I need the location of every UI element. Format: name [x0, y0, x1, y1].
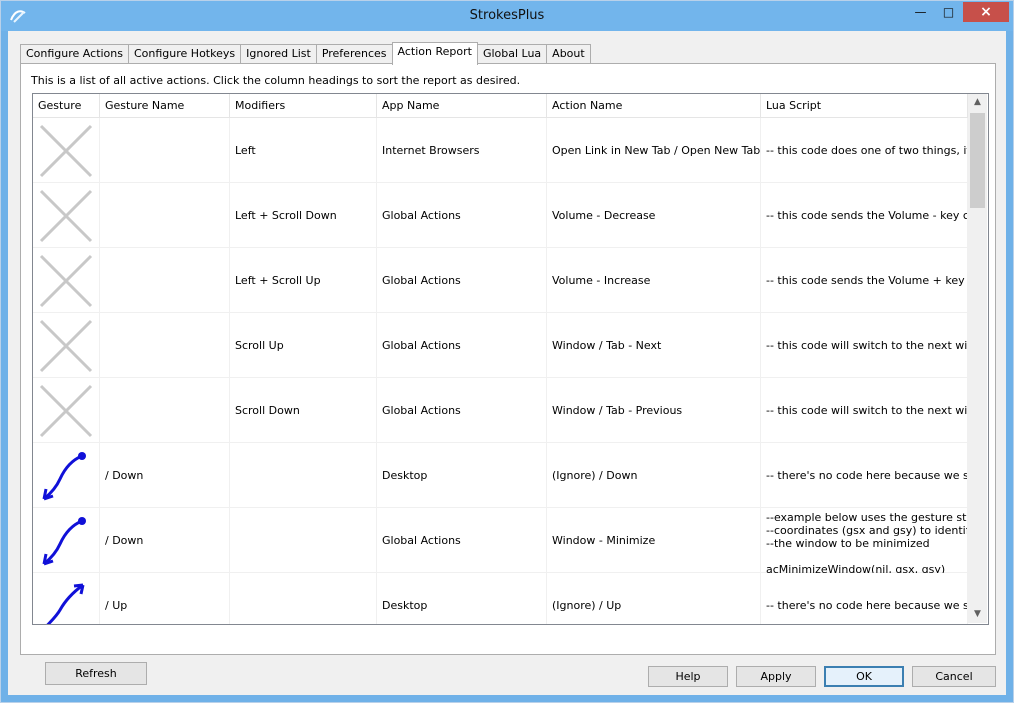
table-row[interactable]: Scroll Up Global Actions Window / Tab - … — [33, 313, 968, 378]
column-header-gesture[interactable]: Gesture — [33, 94, 100, 117]
close-button[interactable]: × — [963, 2, 1009, 22]
action-name-cell: Volume - Decrease — [547, 183, 761, 248]
report-header: Gesture Gesture Name Modifiers App Name … — [33, 94, 968, 118]
title-bar[interactable]: StrokesPlus — □ × — [1, 1, 1013, 31]
gesture-name-cell — [100, 313, 230, 378]
vertical-scrollbar[interactable]: ▲ ▼ — [968, 94, 987, 623]
minimize-button[interactable]: — — [907, 2, 934, 22]
maximize-button[interactable]: □ — [935, 2, 962, 22]
app-name-cell: Global Actions — [377, 183, 547, 248]
x-icon — [33, 313, 100, 378]
lua-script-cell: -- this code does one of two things, if.… — [761, 118, 968, 183]
column-header-lua-script[interactable]: Lua Script — [761, 94, 968, 117]
app-window: StrokesPlus — □ × Configure Actions Conf… — [0, 0, 1014, 703]
column-header-app-name[interactable]: App Name — [377, 94, 547, 117]
app-name-cell: Global Actions — [377, 508, 547, 573]
tab-configure-hotkeys[interactable]: Configure Hotkeys — [128, 44, 242, 64]
app-name-cell: Global Actions — [377, 313, 547, 378]
ok-button[interactable]: OK — [824, 666, 904, 687]
modifiers-cell: Left + Scroll Up — [230, 248, 377, 313]
table-row[interactable]: / Down Global Actions Window - Minimize … — [33, 508, 968, 573]
gesture-name-cell: / Down — [100, 508, 230, 573]
action-name-cell: Volume - Increase — [547, 248, 761, 313]
scroll-down-arrow-icon[interactable]: ▼ — [968, 606, 987, 623]
modifiers-cell — [230, 443, 377, 508]
window-title: StrokesPlus — [469, 8, 545, 23]
table-row[interactable]: Scroll Down Global Actions Window / Tab … — [33, 378, 968, 443]
modifiers-cell — [230, 573, 377, 624]
tab-ignored-list[interactable]: Ignored List — [240, 44, 317, 64]
up-right-stroke-icon — [33, 573, 100, 624]
action-name-cell: Open Link in New Tab / Open New Tab — [547, 118, 761, 183]
app-name-cell: Desktop — [377, 573, 547, 624]
table-row[interactable]: / Up Desktop (Ignore) / Up -- there's no… — [33, 573, 968, 624]
scrollbar-thumb[interactable] — [970, 113, 985, 208]
app-name-cell: Global Actions — [377, 248, 547, 313]
report-description: This is a list of all active actions. Cl… — [31, 74, 521, 87]
app-name-cell: Internet Browsers — [377, 118, 547, 183]
tab-global-lua[interactable]: Global Lua — [476, 44, 548, 64]
tab-strip: Configure Actions Configure Hotkeys Igno… — [20, 42, 591, 65]
modifiers-cell: Scroll Up — [230, 313, 377, 378]
cancel-button[interactable]: Cancel — [912, 666, 996, 687]
action-name-cell: Window - Minimize — [547, 508, 761, 573]
gesture-name-cell: / Up — [100, 573, 230, 624]
action-name-cell: (Ignore) / Up — [547, 573, 761, 624]
refresh-button[interactable]: Refresh — [45, 662, 147, 685]
modifiers-cell: Left — [230, 118, 377, 183]
table-row[interactable]: Left + Scroll Up Global Actions Volume -… — [33, 248, 968, 313]
gesture-name-cell — [100, 183, 230, 248]
lua-script-cell: -- this code will switch to the next win… — [761, 378, 968, 443]
scroll-up-arrow-icon[interactable]: ▲ — [968, 94, 987, 111]
down-left-stroke-icon — [33, 508, 100, 573]
gesture-name-cell: / Down — [100, 443, 230, 508]
gesture-name-cell — [100, 378, 230, 443]
modifiers-cell: Scroll Down — [230, 378, 377, 443]
help-button[interactable]: Help — [648, 666, 728, 687]
modifiers-cell — [230, 508, 377, 573]
apply-button[interactable]: Apply — [736, 666, 816, 687]
action-name-cell: Window / Tab - Previous — [547, 378, 761, 443]
lua-script-cell: --example below uses the gesture start -… — [761, 508, 968, 573]
column-header-action-name[interactable]: Action Name — [547, 94, 761, 117]
lua-script-cell: -- this code sends the Volume - key c... — [761, 183, 968, 248]
action-report-panel: This is a list of all active actions. Cl… — [20, 63, 996, 685]
action-report-list[interactable]: Gesture Gesture Name Modifiers App Name … — [32, 93, 989, 625]
lua-script-cell: -- this code sends the Volume + key c... — [761, 248, 968, 313]
lua-script-cell: -- there's no code here because we si... — [761, 443, 968, 508]
table-row[interactable]: Left + Scroll Down Global Actions Volume… — [33, 183, 968, 248]
column-header-modifiers[interactable]: Modifiers — [230, 94, 377, 117]
app-name-cell: Desktop — [377, 443, 547, 508]
action-name-cell: (Ignore) / Down — [547, 443, 761, 508]
lua-script-cell: -- there's no code here because we si... — [761, 573, 968, 624]
action-name-cell: Window / Tab - Next — [547, 313, 761, 378]
gesture-name-cell — [100, 118, 230, 183]
tab-about[interactable]: About — [546, 44, 591, 64]
table-row[interactable]: / Down Desktop (Ignore) / Down -- there'… — [33, 443, 968, 508]
x-icon — [33, 183, 100, 248]
gesture-name-cell — [100, 248, 230, 313]
lua-script-cell: -- this code will switch to the next win… — [761, 313, 968, 378]
tab-configure-actions[interactable]: Configure Actions — [20, 44, 129, 64]
x-icon — [33, 248, 100, 313]
down-left-stroke-icon — [33, 443, 100, 508]
tab-preferences[interactable]: Preferences — [315, 44, 393, 64]
modifiers-cell: Left + Scroll Down — [230, 183, 377, 248]
tab-action-report[interactable]: Action Report — [391, 42, 478, 65]
x-icon — [33, 118, 100, 183]
column-header-gesture-name[interactable]: Gesture Name — [100, 94, 230, 117]
dialog-body: Configure Actions Configure Hotkeys Igno… — [8, 31, 1006, 695]
x-icon — [33, 378, 100, 443]
table-row[interactable]: Left Internet Browsers Open Link in New … — [33, 118, 968, 183]
app-name-cell: Global Actions — [377, 378, 547, 443]
report-rows: Left Internet Browsers Open Link in New … — [33, 118, 968, 624]
